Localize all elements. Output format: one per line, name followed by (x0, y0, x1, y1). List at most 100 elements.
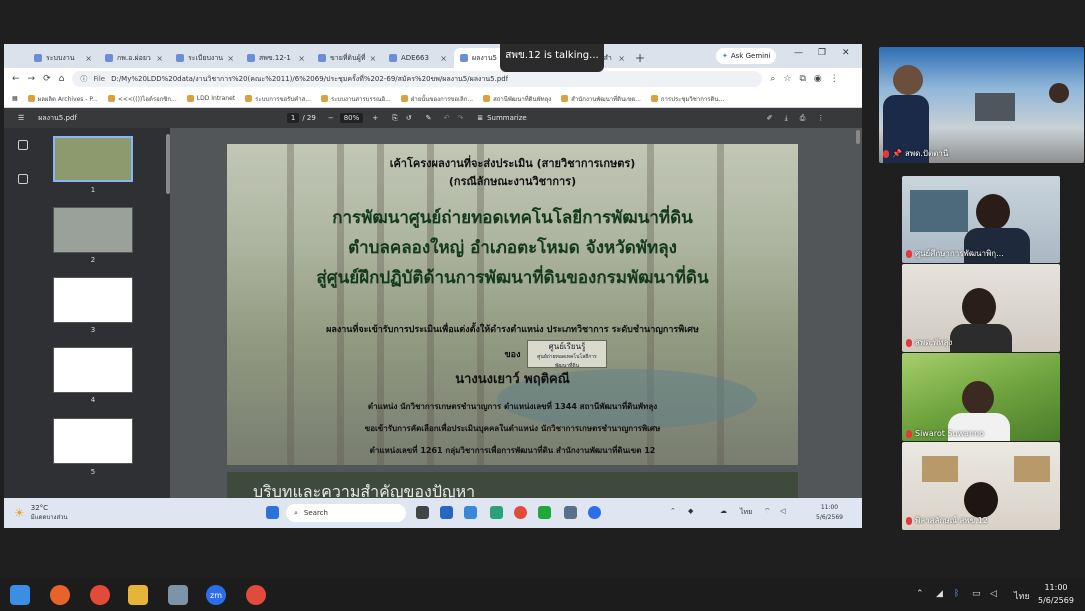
tab-5[interactable]: ADE663 × (383, 48, 453, 68)
tab-1[interactable]: กพ.อ.ผ่อยว × (99, 48, 169, 68)
rotate-icon[interactable]: ↺ (406, 114, 412, 122)
close-window-icon[interactable]: ✕ (842, 48, 850, 58)
task-view-icon[interactable] (416, 506, 429, 519)
close-tab-icon[interactable]: × (85, 54, 92, 63)
tray-chevron-icon[interactable]: ⌃ (916, 589, 924, 599)
new-tab-button[interactable]: + (632, 48, 648, 68)
zoom-in-icon[interactable]: + (372, 114, 378, 122)
summarize-icon[interactable]: ≣ (477, 114, 483, 122)
url-field[interactable]: ⓘ File D:/My%20LDD%20data/งานวิชาการ%20(… (72, 71, 763, 87)
redo-icon[interactable]: ↷ (457, 114, 463, 122)
close-tab-icon[interactable]: × (369, 54, 376, 63)
chrome-icon[interactable] (90, 585, 110, 605)
home-icon[interactable]: ⌂ (59, 74, 65, 84)
wifi-icon[interactable]: ⌔ (764, 507, 771, 516)
zoom-out-icon[interactable]: − (328, 114, 334, 122)
bookmark-item[interactable]: LDD Intranet (186, 95, 235, 102)
firefox-icon[interactable] (50, 585, 70, 605)
profile-icon[interactable]: ◉ (814, 74, 822, 84)
undo-icon[interactable]: ↶ (443, 114, 449, 122)
inner-search-box[interactable]: ⌕ Search (286, 504, 406, 522)
summarize-button[interactable]: Summarize (487, 114, 527, 122)
dropbox-icon[interactable]: ◆ (688, 507, 693, 515)
page-thumbnail-2[interactable] (53, 207, 133, 253)
tray-chevron-icon[interactable]: ⌃ (670, 507, 676, 515)
edge-icon[interactable] (490, 506, 503, 519)
tab-4[interactable]: ขายที่ดินผู้ที่ × (312, 48, 382, 68)
system-clock[interactable]: 11:00 5/6/2569 (1038, 581, 1074, 607)
settings-icon[interactable] (564, 506, 577, 519)
participant-video-4[interactable]: Siwarot Suwanno (902, 353, 1060, 441)
windows-start-icon[interactable] (266, 506, 279, 519)
forward-icon[interactable]: → (28, 74, 36, 84)
page-thumbnail-4[interactable] (53, 347, 133, 393)
chrome-icon[interactable] (246, 585, 266, 605)
app-icon[interactable] (464, 506, 477, 519)
zoom-app-icon[interactable] (588, 506, 601, 519)
participant-video-2[interactable]: ศูนย์ศึกษาการพัฒนาพิกุ... (902, 176, 1060, 263)
sidebar-menu-icon[interactable]: ☰ (18, 114, 24, 122)
back-icon[interactable]: ← (12, 74, 20, 84)
participant-video-3[interactable]: สพด.พัทลุง (902, 264, 1060, 352)
zoom-app-icon[interactable]: zm (206, 585, 226, 605)
close-tab-icon[interactable]: × (227, 54, 234, 63)
tab-0[interactable]: ระบบงาน × (28, 48, 98, 68)
print-icon[interactable]: ⎙ (800, 114, 806, 123)
bookmark-item[interactable]: ระบบงานสารบรรณอิ... (320, 94, 391, 104)
bookmark-item[interactable]: ระบบการขอรับคำส... (245, 94, 311, 104)
page-thumbnail-5[interactable] (53, 418, 133, 464)
bookmark-item[interactable]: สำนักงานพัฒนาที่ดินเขต... (561, 94, 641, 104)
star-icon[interactable]: ☆ (783, 74, 791, 84)
minimize-icon[interactable]: — (794, 48, 803, 58)
windows-start-icon[interactable] (10, 585, 30, 605)
apps-icon[interactable]: ▦ (12, 95, 18, 102)
line-icon[interactable] (538, 506, 551, 519)
participant-video-5[interactable]: พิลาสลักษณ์ สพข.12 (902, 442, 1060, 530)
volume-icon[interactable]: ◁ (780, 507, 785, 515)
menu-icon[interactable]: ⋮ (830, 74, 839, 84)
language-indicator[interactable]: ไทย (740, 507, 752, 518)
chrome-icon[interactable] (514, 506, 527, 519)
network-icon[interactable]: ◢ (936, 589, 943, 599)
more-icon[interactable]: ⋮ (817, 114, 824, 122)
bookmark-item[interactable]: ผลผลิต Archives - P... (27, 94, 98, 104)
battery-icon[interactable]: ▭ (972, 589, 981, 599)
cloud-icon[interactable]: ☁ (720, 507, 727, 515)
file-explorer-icon[interactable] (128, 585, 148, 605)
download-icon[interactable]: ⤓ (785, 114, 788, 123)
inner-clock[interactable]: 11:00 5/6/2569 (816, 503, 843, 523)
participant-video-1[interactable]: 📌 สพด.ปัตตานี (879, 47, 1084, 163)
maximize-icon[interactable]: ❐ (818, 48, 826, 58)
close-tab-icon[interactable]: × (440, 54, 447, 63)
page-thumbnail-1[interactable] (53, 136, 133, 182)
tab-3[interactable]: สพข.12-1 × (241, 48, 311, 68)
viewer-scrollbar[interactable] (856, 130, 860, 144)
close-tab-icon[interactable]: × (156, 54, 163, 63)
zoom-icon[interactable]: ⌕ (770, 74, 775, 84)
language-indicator[interactable]: ไทย (1014, 589, 1030, 603)
close-tab-icon[interactable]: × (618, 54, 625, 63)
bookmark-item[interactable]: สถานีพัฒนาที่ดินพัทลุง (483, 94, 551, 104)
bookmark-item[interactable]: การประชุมวิชาการดิน... (650, 94, 724, 104)
tab-label: ระเบียบงาน (188, 53, 224, 62)
volume-icon[interactable]: ◁ (990, 589, 997, 599)
page-thumbnail-3[interactable] (53, 277, 133, 323)
fit-page-icon[interactable]: ⎘ (392, 114, 398, 123)
annotate-icon[interactable]: ✐ (767, 114, 773, 122)
draw-icon[interactable]: ✎ (426, 114, 432, 122)
zoom-level-input[interactable]: 80% (339, 113, 364, 123)
extensions-icon[interactable]: ⧉ (799, 74, 805, 84)
app-icon[interactable] (440, 506, 453, 519)
reload-icon[interactable]: ⟳ (43, 74, 51, 84)
close-tab-icon[interactable]: × (298, 54, 305, 63)
page-number-input[interactable]: 1 (286, 113, 300, 123)
thumbnails-view-icon[interactable] (18, 140, 28, 150)
outline-view-icon[interactable] (18, 174, 28, 184)
tab-2[interactable]: ระเบียบงาน × (170, 48, 240, 68)
bluetooth-icon[interactable]: ᛒ (954, 589, 959, 599)
ask-gemini-button[interactable]: ✦ Ask Gemini (716, 48, 777, 64)
app-icon[interactable] (168, 585, 188, 605)
tab-favicon-icon (318, 54, 326, 62)
bookmark-item[interactable]: ฝ่ายนั้นของการขอเลิก... (400, 94, 473, 104)
bookmark-item[interactable]: <<<(())ไฮด์รอกซิก... (107, 94, 177, 104)
